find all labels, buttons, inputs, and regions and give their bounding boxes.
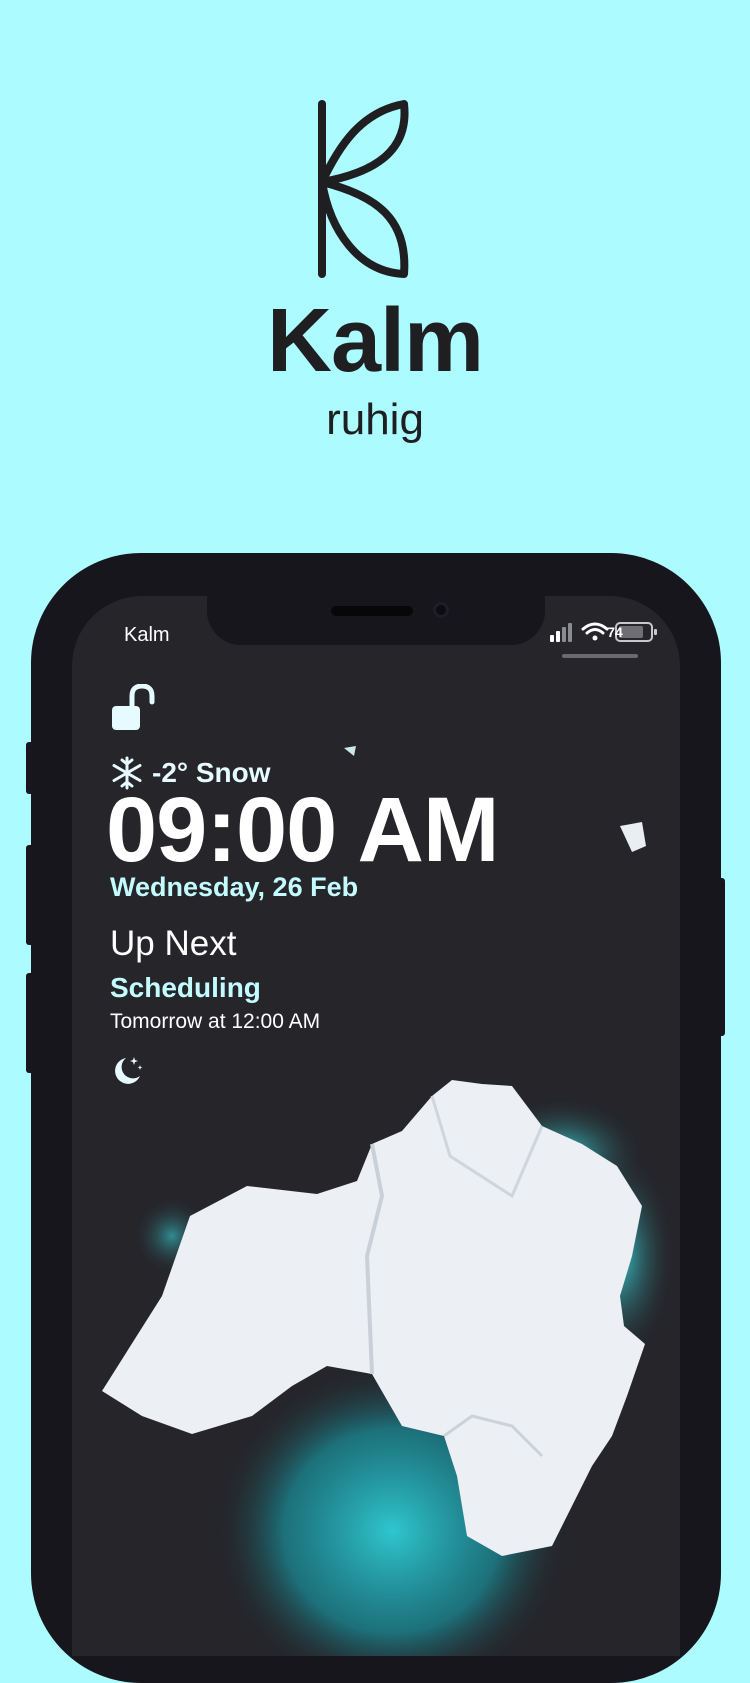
status-carrier: Kalm (124, 624, 170, 646)
lock-screen-date: Wednesday, 26 Feb (110, 872, 359, 902)
moon-stars-icon[interactable] (112, 1054, 144, 1086)
lock-screen-time: 09:00 AM (106, 779, 500, 881)
signal-icon (550, 623, 572, 642)
battery-level: 74 (607, 624, 623, 640)
top-indicator-bar (562, 654, 638, 658)
front-camera (433, 602, 449, 618)
earpiece-speaker (331, 606, 413, 616)
iceberg-wallpaper (102, 746, 677, 1656)
event-title[interactable]: Scheduling (110, 972, 261, 1004)
kalm-logo-icon (318, 100, 409, 278)
app-name: Kalm (266, 291, 484, 391)
unlocked-padlock-icon[interactable] (110, 684, 156, 732)
event-time: Tomorrow at 12:00 AM (110, 1010, 321, 1033)
app-tagline: ruhig (326, 395, 424, 444)
lock-screen: Kalm 74 -2° Snow 09:00 AM Wednesday, 26 … (72, 596, 680, 1656)
notch (207, 596, 545, 645)
up-next-heading: Up Next (110, 924, 237, 963)
